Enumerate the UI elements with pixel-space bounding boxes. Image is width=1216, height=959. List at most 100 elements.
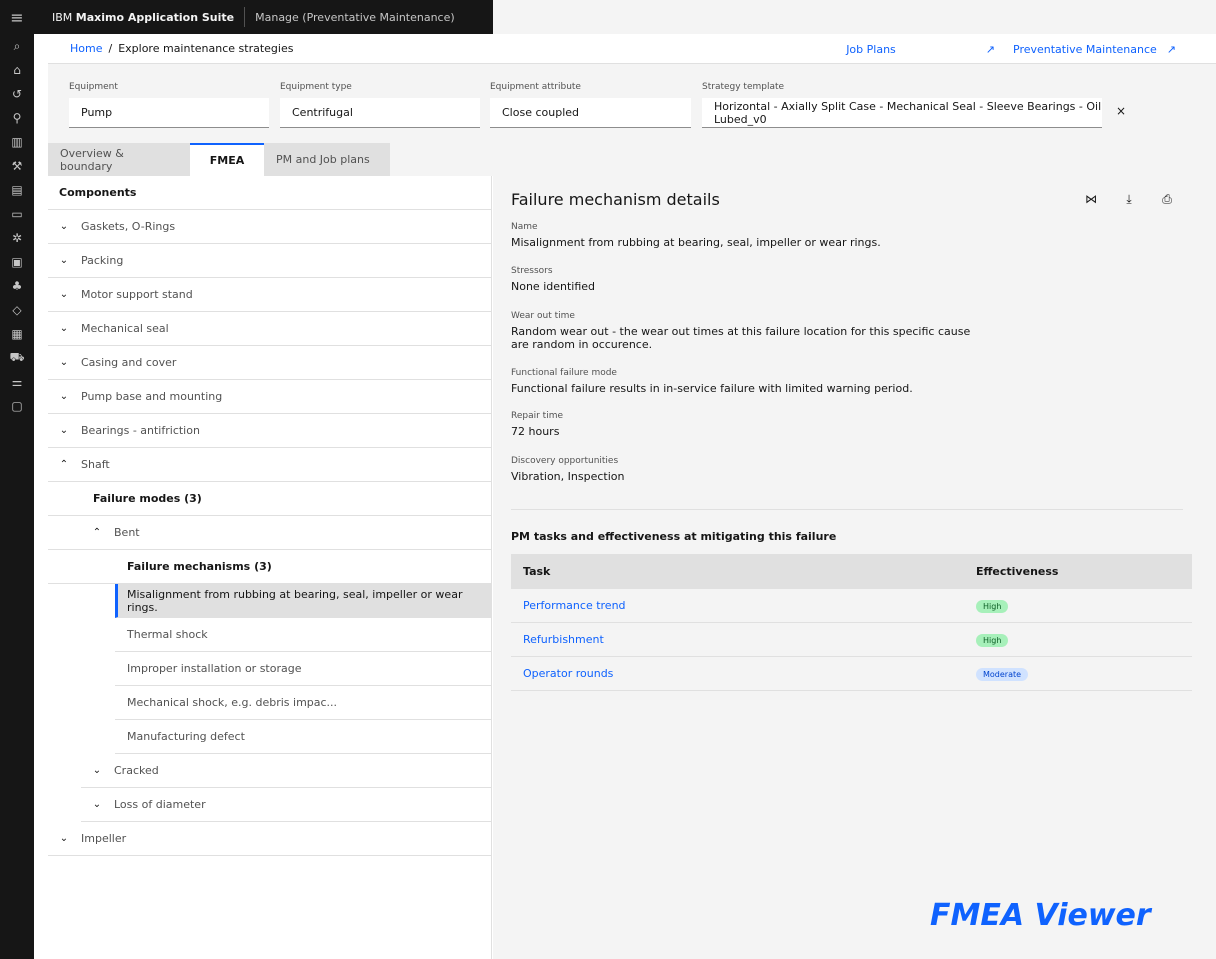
components-panel: Components ⌄ Gaskets, O-Rings ⌄ Packing ⌄ M… <box>48 176 492 959</box>
failure-mode-cracked[interactable]: ⌄ Cracked <box>81 754 491 788</box>
tab-fmea[interactable]: FMEA <box>190 143 264 176</box>
component-label: Casing and cover <box>81 356 177 369</box>
header-divider <box>244 7 246 27</box>
tab-bar: Overview & boundary FMEA PM and Job plan… <box>48 143 390 176</box>
equipment-input[interactable]: Pump <box>69 98 269 128</box>
details-panel: Failure mechanism details ⋈ ⤓ ⎙ Name Mis… <box>493 176 1216 959</box>
side-nav-rail: ⌕ ⌂ ↺ ⚲ ▥ ⚒ ▤ ▭ ✲ ▣ ♣ ◇ ▦ ⛟ ⚌ ▢ <box>0 34 34 959</box>
print-icon[interactable]: ⎙ <box>1148 192 1186 207</box>
share-icon[interactable]: ⋈ <box>1072 192 1110 207</box>
documents-icon[interactable]: ▤ <box>0 178 34 202</box>
effectiveness-badge: Moderate <box>976 667 1029 681</box>
section-divider <box>511 509 1183 510</box>
detail-label: Functional failure mode <box>511 368 617 378</box>
failure-mechanism-item[interactable]: Misalignment from rubbing at bearing, se… <box>115 584 491 618</box>
failure-modes-label: Failure modes (3) <box>93 492 202 505</box>
settings-gear-icon[interactable]: ⚙ <box>527 0 561 34</box>
task-link[interactable]: Performance trend <box>511 599 965 612</box>
preventative-maintenance-link[interactable]: Preventative Maintenance <box>1013 43 1157 56</box>
component-item-impeller[interactable]: ⌄ Impeller <box>48 822 491 856</box>
breadcrumb-bar: Home / Explore maintenance strategies Jo… <box>48 34 1216 64</box>
detail-value: None identified <box>511 280 596 293</box>
chevron-down-icon: ⌄ <box>59 391 69 402</box>
component-label: Mechanical seal <box>81 322 169 335</box>
equipment-type-input[interactable]: Centrifugal <box>280 98 480 128</box>
ledger-icon[interactable]: ▦ <box>0 322 34 346</box>
shield-icon[interactable]: ◇ <box>0 298 34 322</box>
failure-mechanism-item[interactable]: Thermal shock <box>115 618 491 652</box>
component-label: Motor support stand <box>81 288 193 301</box>
strategy-template-input[interactable]: Horizontal - Axially Split Case - Mechan… <box>702 98 1102 128</box>
chevron-down-icon: ⌄ <box>59 323 69 334</box>
hierarchy-icon[interactable]: ♣ <box>0 274 34 298</box>
clear-selection-icon[interactable]: × <box>1116 104 1126 118</box>
failure-mechanisms-header: Failure mechanisms (3) <box>48 550 491 584</box>
external-link-icon[interactable]: ↗ <box>986 43 995 56</box>
failure-mechanism-label: Mechanical shock, e.g. debris impac... <box>127 696 338 709</box>
app-switcher-icon[interactable]: ⁝⁝⁝ <box>629 0 663 34</box>
brand-name: Maximo Application Suite <box>75 10 235 24</box>
top-header: ≡ IBM Maximo Application Suite Manage (P… <box>0 0 1216 34</box>
history-icon[interactable]: ↺ <box>0 82 34 106</box>
failure-mode-loss-of-diameter[interactable]: ⌄ Loss of diameter <box>81 788 491 822</box>
failure-mechanism-item[interactable]: Improper installation or storage <box>115 652 491 686</box>
sliders-icon[interactable]: ⚌ <box>0 370 34 394</box>
chevron-down-icon: ⌄ <box>59 221 69 232</box>
tab-pm-job-plans[interactable]: PM and Job plans <box>264 143 390 176</box>
task-link[interactable]: Operator rounds <box>511 667 965 680</box>
equipment-field: Equipment Pump <box>69 82 269 128</box>
detail-label: Name <box>511 222 538 232</box>
network-icon[interactable]: ✲ <box>0 226 34 250</box>
hamburger-menu-icon[interactable]: ≡ <box>0 0 34 34</box>
equipment-attribute-input[interactable]: Close coupled <box>490 98 691 128</box>
component-item[interactable]: ⌄ Packing <box>48 244 491 278</box>
download-icon[interactable]: ⤓ <box>1110 192 1148 207</box>
component-item[interactable]: ⌄ Motor support stand <box>48 278 491 312</box>
detail-value: 72 hours <box>511 425 560 438</box>
components-header: Components <box>48 176 491 210</box>
help-icon[interactable]: ? <box>561 0 595 34</box>
external-link-icon[interactable]: ↗ <box>1167 43 1176 56</box>
home-icon[interactable]: ⌂ <box>0 58 34 82</box>
user-avatar-icon[interactable]: ◉ <box>595 0 629 34</box>
clipboard-icon[interactable]: ▢ <box>0 394 34 418</box>
brand-prefix: IBM <box>52 10 76 24</box>
detail-discovery-opportunities: Discovery opportunities Vibration, Inspe… <box>511 456 981 483</box>
component-item[interactable]: ⌄ Gaskets, O-Rings <box>48 210 491 244</box>
chevron-up-icon: ⌃ <box>92 527 102 538</box>
effectiveness-badge: High <box>976 599 1009 613</box>
failure-mechanism-item[interactable]: Mechanical shock, e.g. debris impac... <box>115 686 491 720</box>
failure-mechanism-item[interactable]: Manufacturing defect <box>115 720 491 754</box>
component-item-shaft[interactable]: ⌃ Shaft <box>48 448 491 482</box>
column-header-task: Task <box>523 565 551 578</box>
table-header: Task Effectiveness <box>511 554 1192 589</box>
briefcase-icon[interactable]: ▣ <box>0 250 34 274</box>
failure-mechanism-label: Manufacturing defect <box>127 730 245 743</box>
effectiveness-badge: High <box>976 633 1009 647</box>
notification-bell-icon[interactable]: 🔔︎ <box>493 0 527 34</box>
table-row: Operator rounds Moderate <box>511 657 1192 691</box>
component-item[interactable]: ⌄ Pump base and mounting <box>48 380 491 414</box>
tab-overview[interactable]: Overview & boundary <box>48 143 190 176</box>
failure-mode-bent[interactable]: ⌃ Bent <box>48 516 491 550</box>
pm-tasks-title: PM tasks and effectiveness at mitigating… <box>511 530 837 543</box>
cart-icon[interactable]: ⛟ <box>0 346 34 370</box>
component-item[interactable]: ⌄ Bearings - antifriction <box>48 414 491 448</box>
monitor-icon[interactable]: ▭ <box>0 202 34 226</box>
chevron-down-icon: ⌄ <box>59 357 69 368</box>
search-icon[interactable]: ⌕ <box>0 34 34 58</box>
failure-mode-label: Cracked <box>114 764 159 777</box>
breadcrumb-home-link[interactable]: Home <box>70 42 102 55</box>
job-plans-link[interactable]: Job Plans <box>846 43 896 56</box>
failure-mechanism-label: Thermal shock <box>127 628 208 641</box>
task-link[interactable]: Refurbishment <box>511 633 965 646</box>
component-label: Bearings - antifriction <box>81 424 200 437</box>
asset-icon[interactable]: ⚒ <box>0 154 34 178</box>
failure-mode-label: Loss of diameter <box>114 798 206 811</box>
component-item[interactable]: ⌄ Mechanical seal <box>48 312 491 346</box>
component-item[interactable]: ⌄ Casing and cover <box>48 346 491 380</box>
filter-panel: Equipment Pump Equipment type Centrifuga… <box>48 64 1216 176</box>
reports-icon[interactable]: ▥ <box>0 130 34 154</box>
team-icon[interactable]: ⚲ <box>0 106 34 130</box>
app-name: Manage (Preventative Maintenance) <box>255 10 455 24</box>
